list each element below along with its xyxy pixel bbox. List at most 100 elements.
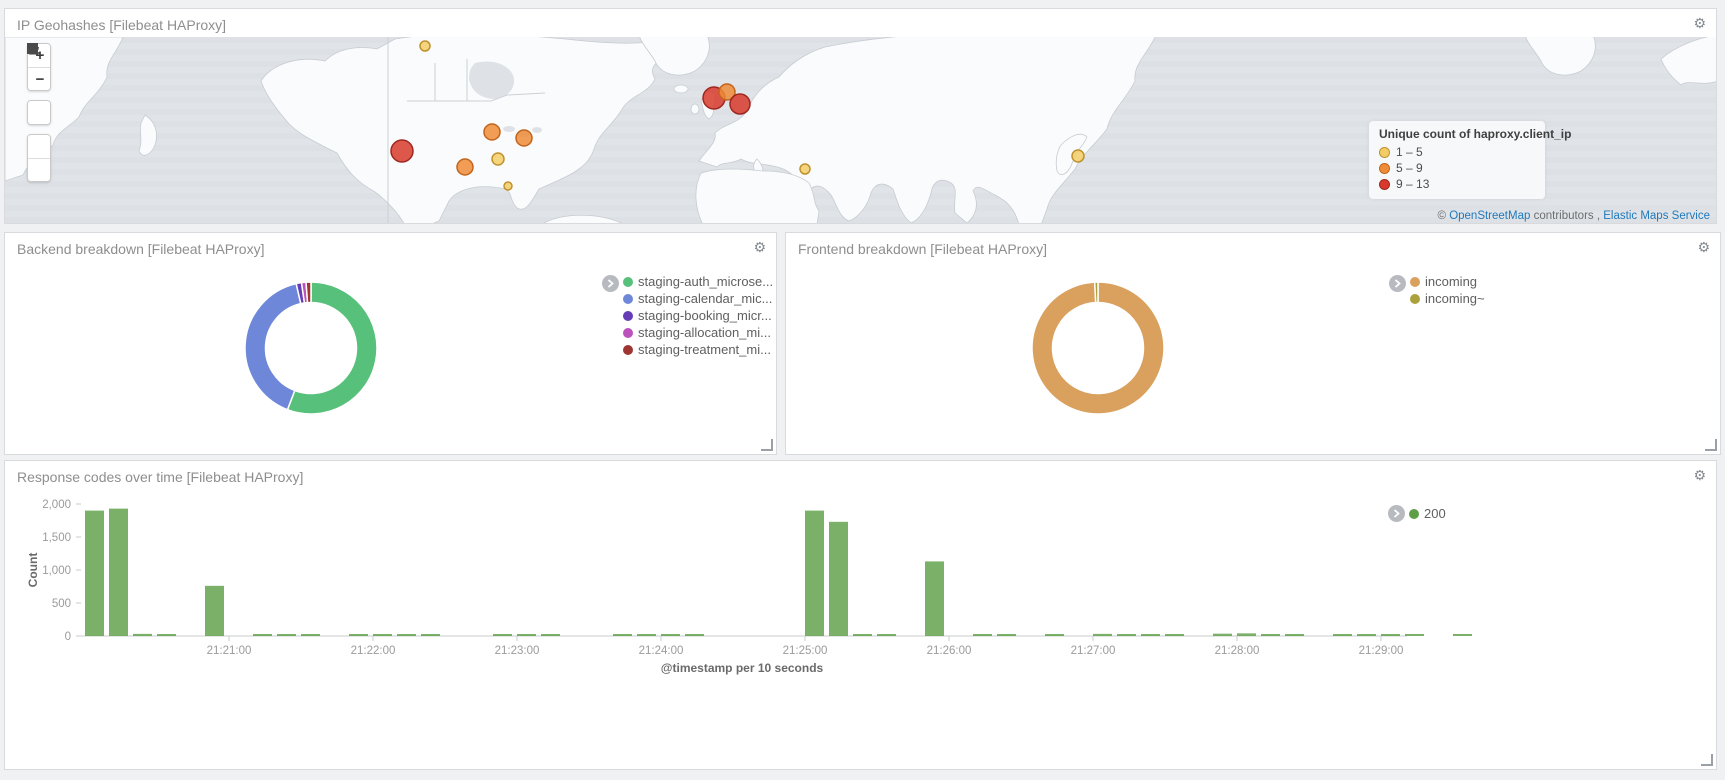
bar[interactable]: [517, 634, 536, 636]
legend-item[interactable]: staging-booking_micr...: [623, 307, 773, 324]
bar[interactable]: [133, 634, 152, 636]
map-marker[interactable]: [1072, 150, 1084, 162]
bar[interactable]: [205, 586, 224, 636]
legend-label[interactable]: incoming~: [1425, 291, 1485, 306]
bar[interactable]: [637, 634, 656, 636]
bar[interactable]: [997, 634, 1016, 636]
legend-label[interactable]: staging-booking_micr...: [638, 308, 772, 323]
legend-item[interactable]: staging-treatment_mi...: [623, 341, 773, 358]
donut-slice[interactable]: [245, 284, 301, 410]
map-marker[interactable]: [484, 124, 500, 140]
bar[interactable]: [157, 634, 176, 636]
x-axis-tick-label: 21:24:00: [639, 645, 684, 657]
legend-toggle-chevron-icon[interactable]: [1389, 275, 1406, 292]
map-marker[interactable]: [391, 140, 413, 162]
gear-icon[interactable]: ⚙: [1693, 468, 1706, 482]
bar[interactable]: [1405, 634, 1424, 636]
copyright-symbol: ©: [1438, 210, 1446, 222]
bar[interactable]: [1285, 634, 1304, 636]
bar[interactable]: [373, 634, 392, 636]
bar[interactable]: [829, 522, 848, 636]
bar[interactable]: [1261, 634, 1280, 636]
legend-item[interactable]: incoming: [1410, 273, 1485, 290]
map-marker[interactable]: [457, 159, 473, 175]
panel-response-codes: Response codes over time [Filebeat HAPro…: [4, 460, 1717, 770]
landmass-north-america: [261, 37, 669, 223]
bar[interactable]: [277, 634, 296, 636]
gear-icon[interactable]: ⚙: [1693, 16, 1706, 30]
bar[interactable]: [1141, 634, 1160, 636]
response-codes-bar-chart: 05001,0001,5002,00021:21:0021:22:0021:23…: [5, 461, 1716, 769]
bar[interactable]: [253, 634, 272, 636]
map-marker[interactable]: [504, 182, 512, 190]
bar[interactable]: [397, 634, 416, 636]
elastic-maps-service-link[interactable]: Elastic Maps Service: [1603, 210, 1710, 222]
bar[interactable]: [493, 634, 512, 636]
panel-title: Frontend breakdown [Filebeat HAProxy]: [798, 241, 1047, 257]
bar[interactable]: [1093, 634, 1112, 636]
legend-toggle-chevron-icon[interactable]: [602, 275, 619, 292]
donut-slice[interactable]: [1095, 282, 1098, 303]
bar[interactable]: [1213, 634, 1232, 636]
legend-item[interactable]: incoming~: [1410, 290, 1485, 307]
panel-resize-handle[interactable]: [761, 439, 773, 451]
map-legend-title: Unique count of haproxy.client_ip: [1379, 127, 1535, 141]
legend-dot-icon: [623, 277, 633, 287]
panel-title: Backend breakdown [Filebeat HAProxy]: [17, 241, 264, 257]
bar[interactable]: [109, 509, 128, 636]
crop-tool-button[interactable]: [28, 101, 51, 124]
legend-item[interactable]: staging-allocation_mi...: [623, 324, 773, 341]
bar[interactable]: [1357, 634, 1376, 636]
x-axis-tick-label: 21:21:00: [207, 645, 252, 657]
legend-toggle-chevron-icon[interactable]: [1388, 505, 1405, 522]
donut-slice[interactable]: [306, 282, 311, 303]
bar[interactable]: [661, 634, 680, 636]
bar[interactable]: [85, 511, 104, 636]
legend-label[interactable]: staging-allocation_mi...: [638, 325, 771, 340]
landmass-south-america: [541, 215, 625, 223]
bar[interactable]: [1117, 634, 1136, 636]
bar[interactable]: [1165, 634, 1184, 636]
rectangle-draw-button[interactable]: [28, 158, 51, 181]
legend-item[interactable]: staging-calendar_mic...: [623, 290, 773, 307]
legend-label[interactable]: 200: [1424, 506, 1446, 521]
landmass-arctic-wrap: [1661, 37, 1716, 85]
legend-item[interactable]: staging-auth_microse...: [623, 273, 773, 290]
bar[interactable]: [685, 634, 704, 636]
bar[interactable]: [1045, 634, 1064, 636]
bar[interactable]: [1381, 634, 1400, 636]
bar[interactable]: [421, 634, 440, 636]
bar[interactable]: [541, 634, 560, 636]
great-lake: [532, 127, 542, 133]
bar[interactable]: [925, 561, 944, 636]
gear-icon[interactable]: ⚙: [1697, 240, 1710, 254]
panel-resize-handle[interactable]: [1705, 439, 1717, 451]
bar[interactable]: [805, 511, 824, 636]
bar[interactable]: [1333, 634, 1352, 636]
openstreetmap-link[interactable]: OpenStreetMap: [1449, 210, 1530, 222]
legend-label[interactable]: staging-calendar_mic...: [638, 291, 772, 306]
map-marker[interactable]: [800, 164, 810, 174]
map-marker[interactable]: [420, 41, 430, 51]
map-marker[interactable]: [492, 153, 504, 165]
legend-label[interactable]: staging-auth_microse...: [638, 274, 773, 289]
bar[interactable]: [1237, 633, 1256, 636]
bar[interactable]: [877, 634, 896, 636]
bar[interactable]: [1453, 634, 1472, 636]
legend-label[interactable]: staging-treatment_mi...: [638, 342, 771, 357]
map-marker[interactable]: [516, 130, 532, 146]
world-map[interactable]: + −: [5, 37, 1716, 223]
bar[interactable]: [973, 634, 992, 636]
bar[interactable]: [853, 634, 872, 636]
map-marker[interactable]: [730, 94, 750, 114]
panel-resize-handle[interactable]: [1701, 754, 1713, 766]
bar[interactable]: [301, 634, 320, 636]
polygon-draw-button[interactable]: [28, 135, 51, 158]
bar[interactable]: [613, 634, 632, 636]
legend-label[interactable]: incoming: [1425, 274, 1477, 289]
zoom-out-button[interactable]: −: [28, 67, 51, 90]
y-axis-title: Count: [26, 553, 40, 588]
bar[interactable]: [349, 634, 368, 636]
gear-icon[interactable]: ⚙: [753, 240, 766, 254]
legend-item[interactable]: 200: [1409, 505, 1446, 522]
